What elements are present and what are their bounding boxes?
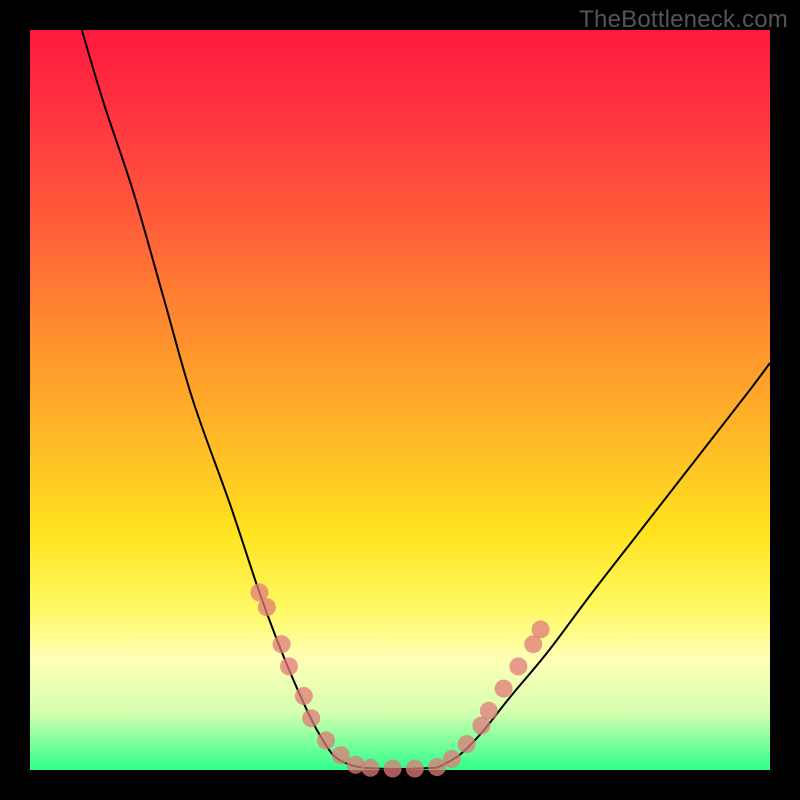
data-marker	[347, 756, 365, 774]
data-markers	[250, 583, 549, 777]
data-marker	[280, 657, 298, 675]
data-marker	[361, 759, 379, 777]
data-marker	[317, 731, 335, 749]
data-marker	[384, 760, 402, 778]
data-marker	[295, 687, 313, 705]
data-marker	[258, 598, 276, 616]
data-marker	[532, 620, 550, 638]
chart-frame: TheBottleneck.com	[0, 0, 800, 800]
data-marker	[443, 750, 461, 768]
data-marker	[332, 746, 350, 764]
data-marker	[406, 760, 424, 778]
data-marker	[458, 735, 476, 753]
chart-plot-area	[30, 30, 770, 770]
data-marker	[480, 702, 498, 720]
watermark-text: TheBottleneck.com	[579, 6, 788, 34]
curve-left-branch	[82, 30, 363, 768]
data-marker	[302, 709, 320, 727]
data-marker	[509, 657, 527, 675]
data-marker	[495, 680, 513, 698]
chart-svg	[30, 30, 770, 770]
data-marker	[273, 635, 291, 653]
